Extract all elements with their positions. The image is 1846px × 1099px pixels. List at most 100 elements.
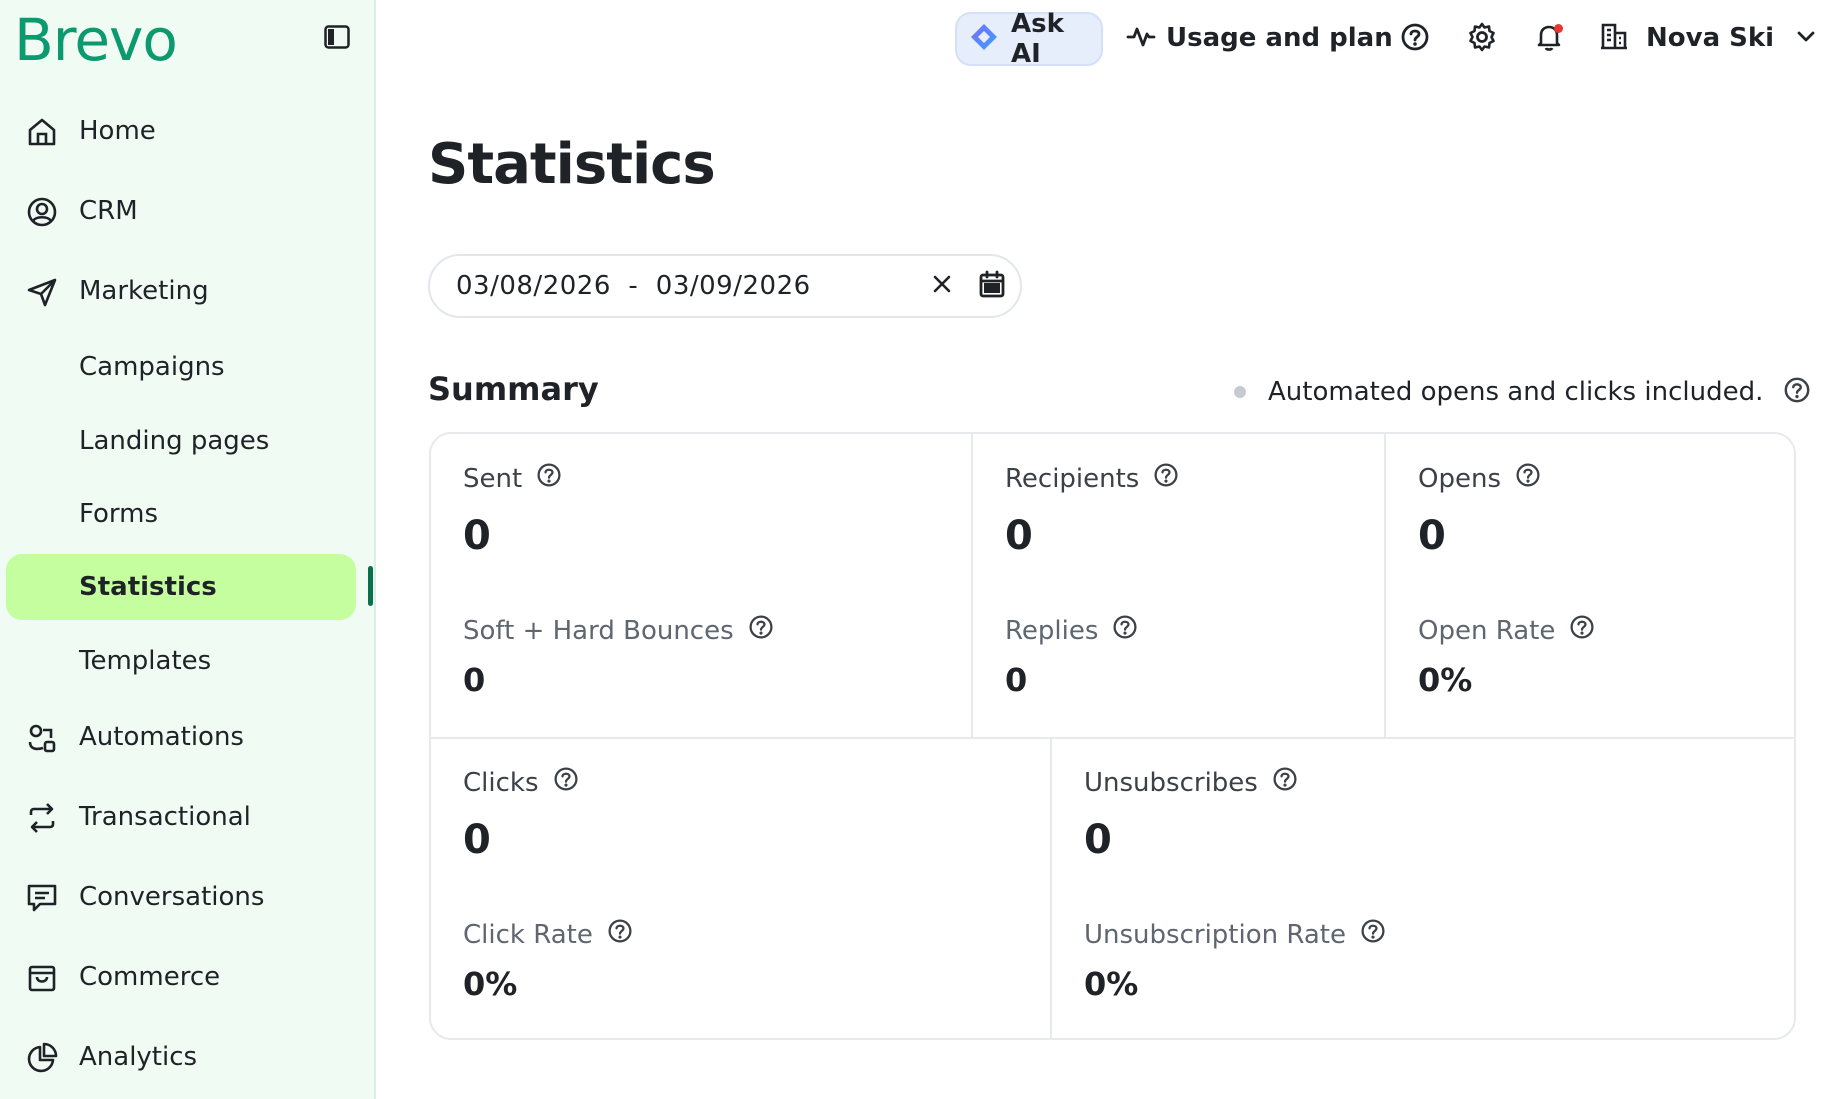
metric-unsubscribes: Unsubscribes 0 [1084, 766, 1298, 863]
sidebar-item-automations[interactable]: Automations [6, 704, 356, 770]
metric-open-rate: Open Rate 0% [1418, 614, 1595, 699]
ask-ai-button[interactable]: Ask AI [955, 9, 1103, 69]
transfer-icon [26, 802, 58, 834]
automated-note-help[interactable] [1783, 376, 1811, 408]
help-button[interactable] [1112, 614, 1138, 647]
help-button[interactable] [1272, 766, 1298, 799]
sidebar-item-crm[interactable]: CRM [6, 178, 356, 244]
sparkle-icon [969, 22, 999, 56]
activity-icon [1126, 21, 1156, 55]
metric-click-rate: Click Rate 0% [463, 918, 633, 1003]
sidebar-item-label: Templates [79, 646, 212, 676]
sidebar-item-transactional[interactable]: Transactional [6, 784, 356, 850]
help-button[interactable] [553, 766, 579, 799]
send-icon [26, 276, 58, 308]
sidebar-item-label: Forms [79, 499, 159, 529]
help-button[interactable] [748, 614, 774, 647]
help-circle-icon [748, 614, 774, 647]
help-button[interactable] [536, 462, 562, 495]
metric-label: Replies [1005, 615, 1099, 646]
metric-label: Unsubscription Rate [1084, 919, 1346, 950]
help-circle-icon [1272, 766, 1298, 799]
metric-label: Sent [463, 463, 523, 494]
sidebar-item-statistics[interactable]: Statistics [6, 554, 356, 620]
page-title: Statistics [428, 132, 716, 197]
sidebar-item-label: Conversations [79, 882, 265, 912]
sidebar-item-campaigns[interactable]: Campaigns [6, 334, 356, 400]
help-circle-icon [1515, 462, 1541, 495]
metric-value: 0 [1418, 513, 1446, 559]
sidebar-collapse-button[interactable] [320, 22, 354, 56]
sidebar-item-forms[interactable]: Forms [6, 481, 356, 547]
metric-label: Recipients [1005, 463, 1140, 494]
summary-title: Summary [428, 370, 599, 408]
usage-and-plan-button[interactable]: Usage and plan [1126, 18, 1393, 58]
date-range-picker[interactable]: 03/08/2026 - 03/09/2026 [428, 254, 1022, 318]
metric-value: 0 [463, 661, 486, 699]
sidebar-item-label: Analytics [79, 1042, 198, 1072]
help-button[interactable] [1569, 614, 1595, 647]
close-icon [931, 273, 953, 299]
automation-icon [26, 722, 58, 754]
divider [1050, 738, 1052, 1038]
metric-clicks: Clicks 0 [463, 766, 579, 863]
notifications-button[interactable] [1532, 22, 1566, 56]
sidebar-item-label: Commerce [79, 962, 221, 992]
help-circle-icon [553, 766, 579, 799]
help-button[interactable] [1398, 22, 1432, 56]
help-circle-icon [536, 462, 562, 495]
metric-opens: Opens 0 [1418, 462, 1541, 559]
metric-value: 0 [463, 513, 491, 559]
divider [971, 434, 973, 738]
help-button[interactable] [1360, 918, 1386, 951]
divider [1384, 434, 1386, 738]
metric-value: 0 [1005, 661, 1028, 699]
metric-label: Soft + Hard Bounces [463, 615, 734, 646]
sidebar-item-analytics[interactable]: Analytics [6, 1024, 356, 1090]
sidebar-item-label: Automations [79, 722, 244, 752]
clear-date-button[interactable] [926, 270, 958, 302]
user-circle-icon [26, 196, 58, 228]
brevo-logo[interactable]: Brevo [14, 6, 178, 74]
notification-dot [1554, 24, 1563, 33]
automated-note: Automated opens and clicks included. [1234, 372, 1811, 412]
sidebar-item-label: Landing pages [79, 426, 270, 456]
sidebar-item-landing-pages[interactable]: Landing pages [6, 408, 356, 474]
summary-card: Sent 0 Recipients 0 Opens 0 Soft + Hard … [429, 432, 1796, 1040]
ask-ai-label: Ask AI [1011, 9, 1064, 69]
sidebar-item-templates[interactable]: Templates [6, 628, 356, 694]
help-button[interactable] [1515, 462, 1541, 495]
metric-label: Click Rate [463, 919, 593, 950]
automated-note-text: Automated opens and clicks included. [1268, 377, 1764, 407]
metric-value: 0 [1084, 817, 1112, 863]
sidebar-item-home[interactable]: Home [6, 98, 356, 164]
sidebar-item-conversations[interactable]: Conversations [6, 864, 356, 930]
account-menu[interactable]: Nova Ski [1600, 18, 1816, 58]
calendar-icon [979, 270, 1005, 302]
sidebar-item-commerce[interactable]: Commerce [6, 944, 356, 1010]
metric-replies: Replies 0 [1005, 614, 1138, 699]
help-button[interactable] [607, 918, 633, 951]
help-circle-icon [1569, 614, 1595, 647]
metric-sent: Sent 0 [463, 462, 562, 559]
help-button[interactable] [1153, 462, 1179, 495]
metric-bounces: Soft + Hard Bounces 0 [463, 614, 774, 699]
settings-button[interactable] [1465, 22, 1499, 56]
building-icon [1600, 22, 1628, 54]
help-circle-icon [1400, 22, 1430, 56]
metric-label: Opens [1418, 463, 1501, 494]
active-indicator [368, 566, 373, 606]
sidebar-item-label: Campaigns [79, 352, 225, 382]
sidebar-item-marketing[interactable]: Marketing [6, 258, 356, 324]
chevron-down-icon [1796, 29, 1816, 48]
sidebar-item-label: Home [79, 116, 156, 146]
sidebar-item-label: CRM [79, 196, 138, 226]
metric-value: 0% [1418, 661, 1473, 699]
pie-chart-icon [26, 1042, 58, 1074]
metric-value: 0% [1084, 965, 1139, 1003]
calendar-button[interactable] [975, 269, 1009, 303]
metric-label: Open Rate [1418, 615, 1556, 646]
metric-value: 0 [1005, 513, 1033, 559]
help-circle-icon [1153, 462, 1179, 495]
usage-and-plan-label: Usage and plan [1166, 23, 1393, 53]
